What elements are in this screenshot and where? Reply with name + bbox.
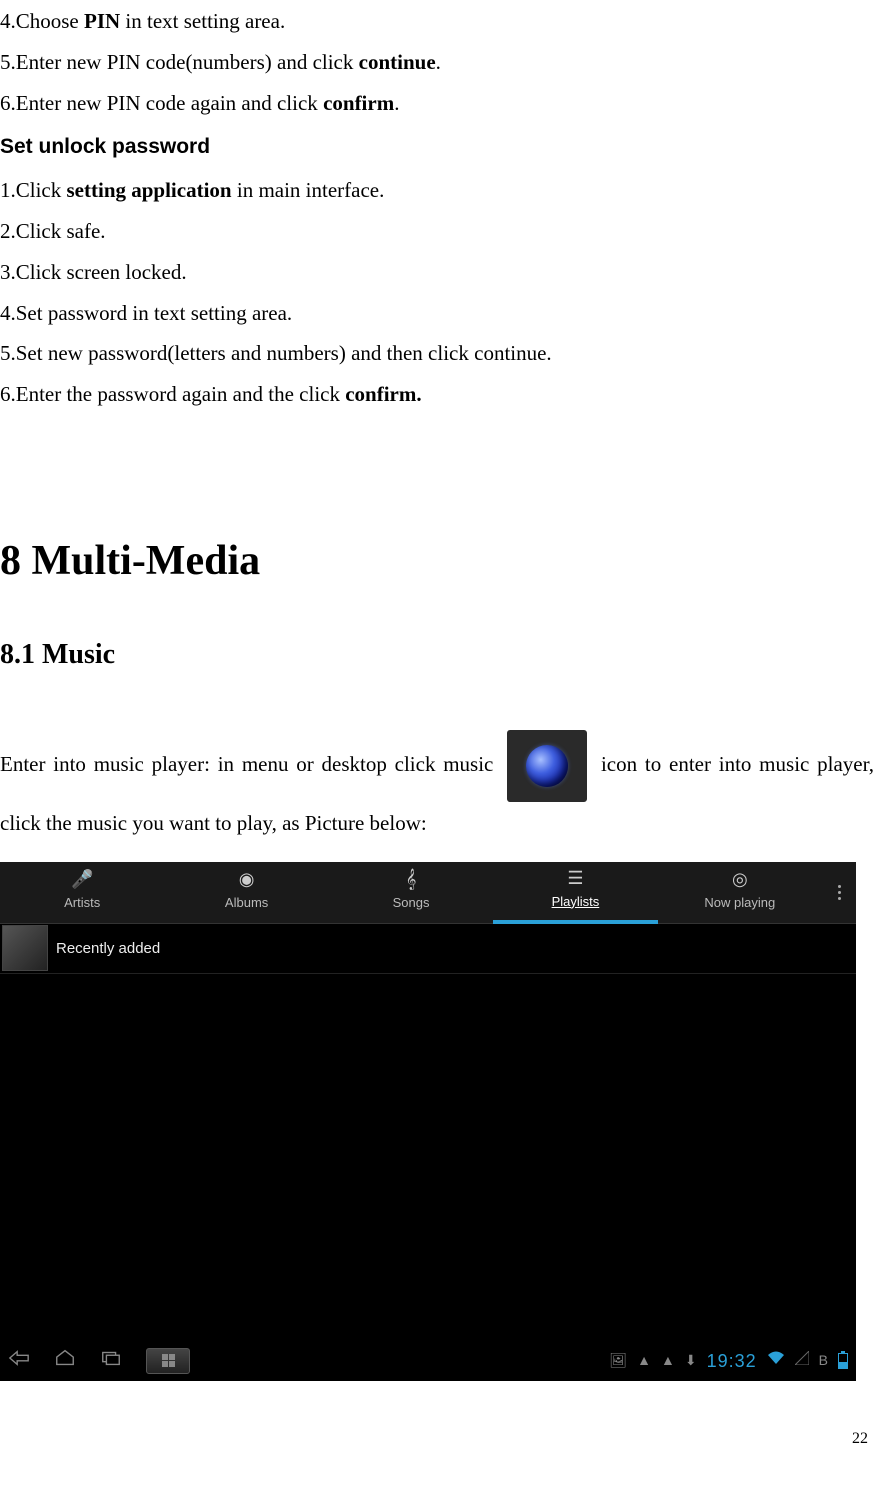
music-intro-paragraph: Enter into music player: in menu or desk… [0,730,874,844]
wifi-icon [767,1348,785,1373]
music-app-icon [507,730,587,802]
tab-albums[interactable]: ◉ Albums [164,862,328,924]
home-icon [54,1349,76,1367]
overflow-menu-button[interactable] [822,862,856,924]
pwd-step-6: 6.Enter the password again and the click… [0,376,874,414]
tab-songs[interactable]: 𝄞 Songs [329,862,493,924]
status-clock: 19:32 [707,1345,757,1377]
playlist-thumbnail-icon [2,925,48,971]
heading-multimedia: 8 Multi-Media [0,524,874,600]
playlist-icon: ☰ [567,869,583,887]
tab-artists[interactable]: 🎤 Artists [0,862,164,924]
pwd-step-1: 1.Click setting application in main inte… [0,172,874,210]
treble-clef-icon: 𝄞 [406,870,417,888]
battery-icon [838,1353,848,1369]
home-button[interactable] [54,1343,76,1379]
pin-step-6: 6.Enter new PIN code again and click con… [0,85,874,123]
tab-artists-label: Artists [64,891,100,914]
microphone-icon: 🎤 [71,870,93,888]
playlist-item-recently-added[interactable]: Recently added [0,924,856,974]
pwd-step-3: 3.Click screen locked. [0,254,874,292]
recent-apps-button[interactable] [100,1343,122,1379]
tab-now-playing-label: Now playing [704,891,775,914]
disc-icon: ◉ [239,870,255,888]
signal-icon [795,1348,809,1373]
system-navbar: 🖼 ▲ ▲ ⬇ 19:32 B [0,1341,856,1381]
pin-step-5: 5.Enter new PIN code(numbers) and click … [0,44,874,82]
heading-music: 8.1 Music [0,630,874,680]
music-tabs: 🎤 Artists ◉ Albums 𝄞 Songs ☰ Playlists ◎… [0,862,856,924]
tab-playlists[interactable]: ☰ Playlists [493,862,657,924]
pwd-step-4: 4.Set password in text setting area. [0,295,874,333]
download-icon: ⬇ [685,1348,697,1373]
tab-now-playing[interactable]: ◎ Now playing [658,862,822,924]
back-icon [8,1349,30,1367]
bluetooth-icon: B [819,1348,828,1373]
tab-songs-label: Songs [393,891,430,914]
screenshot-button[interactable] [146,1348,190,1374]
tab-playlists-label: Playlists [552,890,600,913]
playlist-item-label: Recently added [56,935,160,962]
now-playing-icon: ◎ [732,870,748,888]
pwd-step-2: 2.Click safe. [0,213,874,251]
warning-icon: ▲ [637,1348,651,1373]
page-number: 22 [0,1425,874,1454]
pin-step-4: 4.Choose PIN in text setting area. [0,3,874,41]
vertical-dots-icon [838,885,841,900]
subheading-unlock-password: Set unlock password [0,128,874,166]
grid-icon [162,1354,175,1367]
image-status-icon: 🖼 [609,1348,627,1373]
pwd-step-5: 5.Set new password(letters and numbers) … [0,335,874,373]
music-player-screenshot: 🎤 Artists ◉ Albums 𝄞 Songs ☰ Playlists ◎… [0,862,856,1381]
warning-icon: ▲ [661,1348,675,1373]
back-button[interactable] [8,1343,30,1379]
tab-albums-label: Albums [225,891,268,914]
recent-apps-icon [100,1349,122,1367]
